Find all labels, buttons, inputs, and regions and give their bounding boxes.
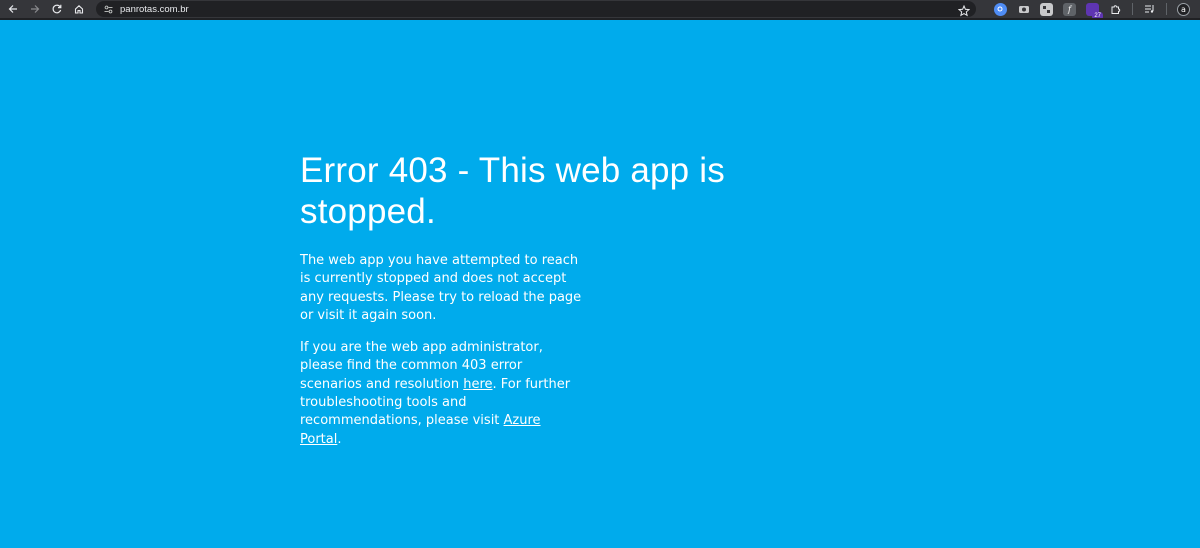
error-content: Error 403 - This web app is stopped. The… <box>300 150 740 449</box>
error-page: Error 403 - This web app is stopped. The… <box>0 20 1200 548</box>
site-info-icon[interactable] <box>104 5 116 14</box>
page-title: Error 403 - This web app is stopped. <box>300 151 725 231</box>
toolbar-separator <box>1166 3 1167 15</box>
admin-instructions: If you are the web app administrator, pl… <box>300 340 571 447</box>
ext-f-icon[interactable]: f <box>1063 2 1076 16</box>
arrow-right-icon <box>31 5 40 13</box>
error-description: The web app you have attempted to reach … <box>300 253 582 323</box>
reload-icon <box>52 4 62 14</box>
ext-grid-icon[interactable] <box>1040 2 1053 16</box>
media-queue-icon[interactable] <box>1143 3 1156 16</box>
ext-camera-icon[interactable] <box>1017 3 1030 16</box>
home-icon <box>74 5 84 14</box>
back-button[interactable] <box>4 0 22 18</box>
ext-blue-circle-icon[interactable] <box>994 2 1007 16</box>
puzzle-icon[interactable] <box>1109 3 1122 16</box>
extensions-area: f 27 a <box>984 0 1200 20</box>
address-bar[interactable]: panrotas.com.br <box>96 1 976 17</box>
profile-avatar-icon[interactable]: a <box>1177 2 1190 16</box>
toolbar-separator <box>1132 3 1133 15</box>
forward-button[interactable] <box>26 0 44 18</box>
browser-toolbar: panrotas.com.br f 27 a <box>0 0 1200 20</box>
star-icon <box>957 4 971 17</box>
url-text[interactable]: panrotas.com.br <box>120 4 189 15</box>
home-button[interactable] <box>70 0 88 18</box>
arrow-left-icon <box>8 5 17 13</box>
ext-purple-badge-icon[interactable]: 27 <box>1086 2 1103 20</box>
reload-button[interactable] <box>48 0 66 18</box>
here-link[interactable]: here <box>463 377 492 392</box>
